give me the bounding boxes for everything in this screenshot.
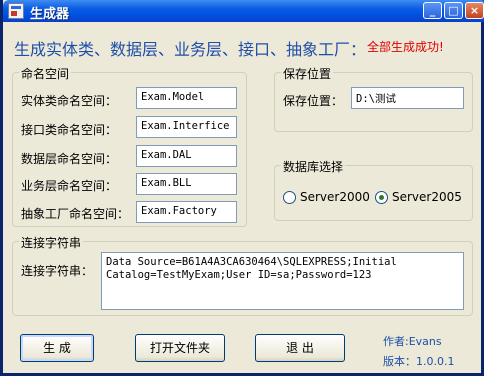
- app-icon: [8, 3, 24, 19]
- database-group-title: 数据库选择: [281, 158, 346, 175]
- success-status: 全部生成成功!: [367, 40, 444, 54]
- connection-string-input[interactable]: Data Source=B61A4A3CA630464\SQLEXPRESS;I…: [101, 252, 464, 310]
- generator-window: 生成器 _ □ × 生成实体类、数据层、业务层、接口、抽象工厂： 全部生成成功!…: [0, 0, 484, 376]
- model-namespace-label: 实体类命名空间：: [21, 94, 118, 108]
- title-bar[interactable]: 生成器 _ □ ×: [3, 0, 484, 22]
- connection-string-group-title: 连接字符串: [19, 234, 84, 251]
- server2000-label[interactable]: Server2000: [300, 190, 370, 204]
- database-group: 数据库选择 Server2000 Server2005: [274, 158, 473, 221]
- open-folder-button[interactable]: 打开文件夹: [135, 334, 225, 362]
- namespace-group-title: 命名空间: [19, 65, 72, 82]
- factory-namespace-label: 抽象工厂命名空间：: [21, 207, 130, 221]
- bll-namespace-label: 业务层命名空间：: [21, 179, 118, 193]
- dal-namespace-input[interactable]: Exam.DAL: [136, 145, 237, 167]
- server2005-radio[interactable]: [375, 191, 388, 204]
- window-title: 生成器: [30, 7, 70, 22]
- connection-string-line-2: Catalog=TestMyExam;User ID=sa;Password=1…: [106, 269, 372, 281]
- headline: 生成实体类、数据层、业务层、接口、抽象工厂：: [14, 40, 367, 59]
- server2005-label[interactable]: Server2005: [392, 190, 462, 204]
- exit-button[interactable]: 退 出: [255, 334, 345, 362]
- maximize-button[interactable]: □: [444, 2, 463, 19]
- save-location-group: 保存位置 保存位置： D:\测试: [274, 65, 473, 132]
- connection-string-label: 连接字符串：: [21, 264, 94, 278]
- save-location-label: 保存位置：: [283, 94, 344, 108]
- version-label: 版本：1.0.0.1: [383, 355, 455, 368]
- namespace-group: 命名空间 实体类命名空间： Exam.Model 接口类命名空间： Exam.I…: [12, 65, 247, 227]
- connection-string-line-1: Data Source=B61A4A3CA630464\SQLEXPRESS;I…: [106, 256, 397, 268]
- connection-string-group: 连接字符串 连接字符串： Data Source=B61A4A3CA630464…: [12, 234, 473, 316]
- interface-namespace-input[interactable]: Exam.Interfice: [136, 116, 237, 138]
- dal-namespace-label: 数据层命名空间：: [21, 152, 118, 166]
- author-label: 作者:Evans: [383, 335, 442, 348]
- server2000-radio[interactable]: [283, 191, 296, 204]
- minimize-button[interactable]: _: [423, 2, 442, 19]
- save-location-group-title: 保存位置: [281, 65, 334, 82]
- close-button[interactable]: ×: [465, 2, 484, 19]
- bll-namespace-input[interactable]: Exam.BLL: [136, 173, 237, 195]
- generate-button[interactable]: 生 成: [20, 334, 94, 362]
- interface-namespace-label: 接口类命名空间：: [21, 123, 118, 137]
- model-namespace-input[interactable]: Exam.Model: [136, 87, 237, 109]
- factory-namespace-input[interactable]: Exam.Factory: [136, 201, 237, 223]
- save-location-input[interactable]: D:\测试: [351, 87, 464, 109]
